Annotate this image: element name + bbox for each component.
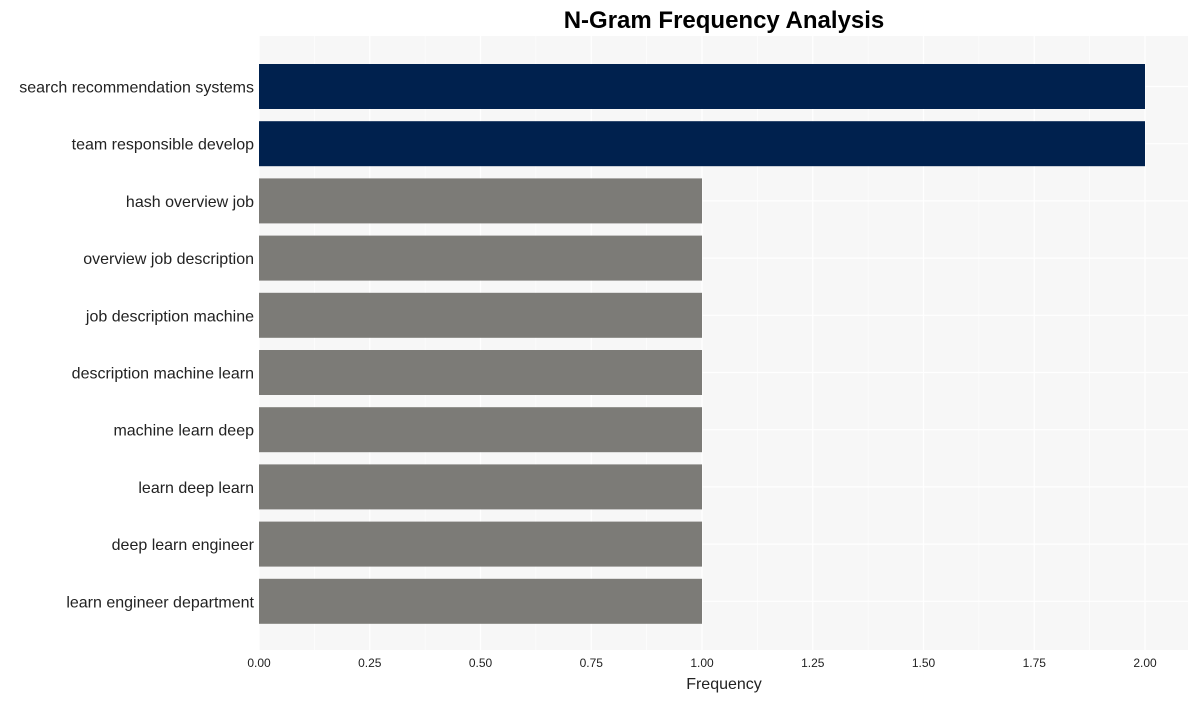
- bar: [259, 521, 702, 567]
- y-tick-label: job description machine: [85, 308, 254, 325]
- x-tick-label: 0.00: [247, 656, 271, 670]
- bar: [259, 235, 702, 281]
- bar: [259, 64, 1145, 109]
- y-tick-label: deep learn engineer: [112, 537, 255, 554]
- bar: [259, 121, 1145, 167]
- x-tick-label: 0.50: [469, 656, 493, 670]
- y-tick-label: machine learn deep: [113, 423, 254, 440]
- y-tick-label: hash overview job: [126, 194, 254, 211]
- y-tick-label: team responsible develop: [72, 137, 254, 154]
- x-tick-label: 1.25: [801, 656, 825, 670]
- x-axis-label: Frequency: [686, 676, 762, 693]
- y-axis-labels: search recommendation systems team respon…: [19, 80, 254, 612]
- bar: [259, 578, 702, 624]
- bar: [259, 178, 702, 224]
- x-tick-label: 0.25: [358, 656, 382, 670]
- x-tick-label: 1.75: [1023, 656, 1047, 670]
- x-tick-label: 1.00: [690, 656, 714, 670]
- y-tick-label: learn deep learn: [138, 480, 254, 497]
- x-tick-label: 0.75: [580, 656, 604, 670]
- bar: [259, 292, 702, 338]
- bar: [259, 407, 702, 453]
- x-tick-label: 2.00: [1133, 656, 1157, 670]
- y-tick-label: description machine learn: [72, 366, 254, 383]
- y-tick-label: search recommendation systems: [19, 80, 254, 97]
- bar: [259, 464, 702, 510]
- chart-title: N-Gram Frequency Analysis: [564, 7, 885, 34]
- x-tick-label: 1.50: [912, 656, 936, 670]
- ngram-bar-chart: N-Gram Frequency Analysis search recomme…: [19, 7, 1188, 693]
- y-tick-label: overview job description: [83, 251, 254, 268]
- y-tick-label: learn engineer department: [66, 594, 254, 611]
- x-axis-ticks: 0.00 0.25 0.50 0.75 1.00 1.25 1.50 1.75 2.00: [247, 656, 1157, 670]
- bar: [259, 350, 702, 395]
